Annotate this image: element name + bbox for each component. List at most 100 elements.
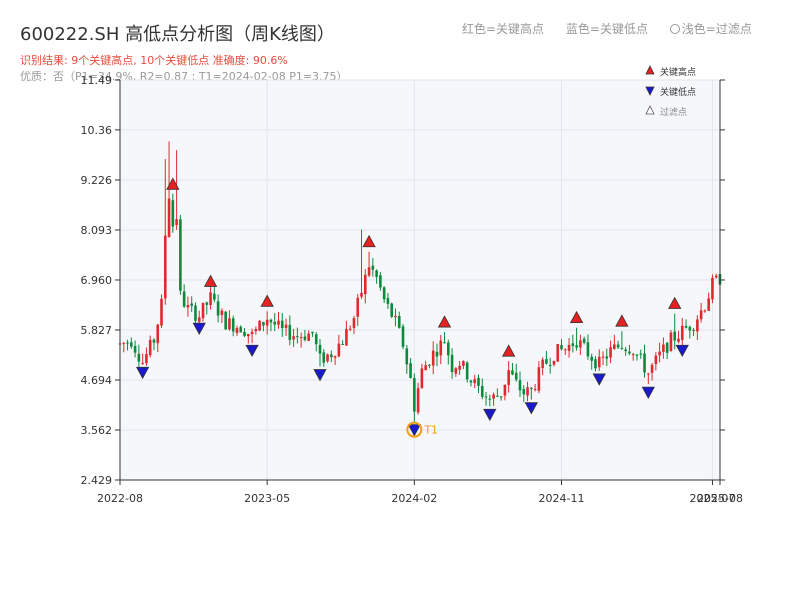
candle-body [601, 356, 605, 358]
y-tick-label: 9.226 [81, 174, 113, 187]
candle-body [533, 389, 537, 391]
candle-body [643, 353, 646, 373]
candle-body [503, 384, 507, 396]
candle-body [537, 367, 541, 391]
candle-body [386, 298, 390, 304]
candle-body [526, 387, 529, 396]
y-tick-label: 8.093 [81, 224, 113, 237]
candle-body [541, 359, 544, 369]
candle-body [435, 351, 439, 357]
candle-body [163, 235, 167, 299]
candle-body [288, 324, 292, 340]
candle-body [390, 303, 393, 317]
t1-label: T1 [423, 424, 438, 437]
candle-body [254, 329, 258, 332]
candle-body [447, 342, 450, 356]
candle-body [530, 387, 533, 389]
candle-body [545, 359, 548, 364]
x-tick-label: 2024-11 [539, 492, 585, 505]
candle-body [628, 351, 631, 354]
candle-body [518, 380, 522, 391]
candle-body [424, 365, 427, 371]
candle-body [247, 333, 250, 337]
candle-body [228, 318, 231, 330]
candle-body [258, 320, 261, 331]
candle-body [458, 365, 461, 370]
candle-body [314, 334, 318, 345]
candle-body [439, 340, 443, 356]
y-tick-label: 11.49 [81, 74, 113, 87]
candle-body [277, 320, 280, 325]
candle-body [431, 350, 435, 366]
candle-body [179, 219, 182, 291]
x-tick-label: 2025-08 [697, 492, 743, 505]
candle-body [216, 301, 220, 316]
candle-body [473, 379, 477, 384]
candle-body [654, 355, 658, 365]
candle-body [160, 298, 163, 326]
candle-body [292, 336, 295, 340]
candle-body [171, 200, 175, 227]
candle-body [190, 303, 193, 306]
candle-body [590, 356, 593, 361]
candle-body [284, 324, 288, 328]
candle-body [416, 388, 420, 413]
candle-body [662, 344, 665, 352]
candle-body [631, 354, 635, 356]
candle-body [367, 267, 371, 276]
candle-body [450, 354, 454, 373]
candle-body [560, 345, 563, 350]
candle-body [133, 345, 137, 353]
candle-body [341, 343, 344, 345]
candle-body [711, 277, 714, 300]
candle-body [371, 265, 375, 270]
y-tick-label: 4.694 [81, 374, 113, 387]
candle-body [348, 328, 352, 330]
candle-body [484, 396, 488, 398]
candle-body [624, 349, 627, 352]
candle-body [563, 349, 567, 351]
candle-body [182, 291, 186, 307]
candle-body [231, 318, 235, 332]
candle-body [677, 338, 680, 342]
candle-body [405, 348, 409, 365]
candle-body [122, 342, 126, 344]
candle-body [548, 364, 552, 366]
candle-body [126, 342, 129, 344]
candle-body [148, 339, 152, 356]
candle-body [363, 274, 367, 295]
candle-body [575, 345, 578, 348]
candle-body [714, 275, 718, 278]
candle-body [650, 364, 654, 373]
candle-body [443, 342, 446, 344]
candle-body [492, 394, 495, 399]
y-tick-label: 5.827 [81, 324, 113, 337]
candle-body [375, 270, 378, 277]
candle-body [571, 343, 575, 346]
candle-body [579, 340, 582, 348]
candle-body [311, 331, 314, 334]
candle-body [594, 359, 597, 369]
candle-body [620, 348, 624, 350]
candle-body [379, 275, 382, 288]
candle-body [360, 292, 363, 297]
candle-body [137, 353, 141, 362]
candle-body [250, 331, 254, 335]
candle-body [699, 310, 703, 320]
candle-body [665, 342, 669, 353]
candle-body [152, 339, 156, 343]
candle-body [322, 352, 326, 363]
candle-body [420, 368, 424, 388]
candle-body [556, 344, 560, 362]
candle-body [394, 315, 397, 318]
candle-body [552, 360, 556, 365]
candle-body [303, 336, 307, 340]
candle-body [522, 389, 526, 395]
candle-body [330, 354, 333, 358]
candle-body [201, 302, 205, 319]
x-tick-label: 2022-08 [97, 492, 143, 505]
candle-body [605, 356, 609, 359]
candle-body [658, 351, 661, 356]
candle-body [688, 326, 692, 331]
legend-label: 过滤点 [660, 106, 687, 118]
